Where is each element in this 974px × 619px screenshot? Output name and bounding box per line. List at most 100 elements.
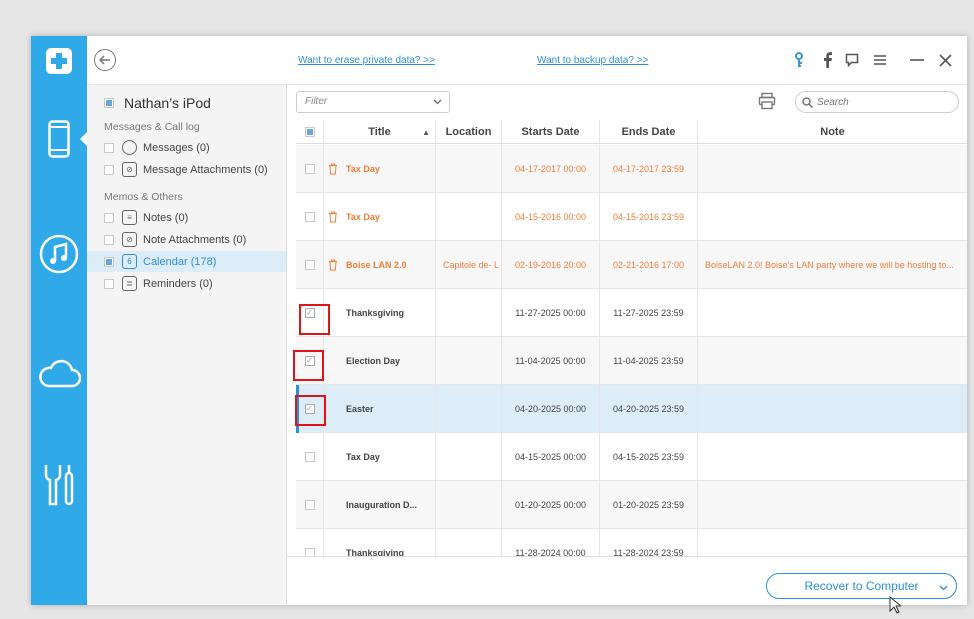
table-row[interactable]: Tax Day 04-15-2025 00:00 04-15-2025 23:5… (296, 433, 967, 481)
toolkit-icon[interactable] (31, 456, 87, 512)
column-header-location[interactable]: Location (436, 120, 502, 144)
cell-start-date: 04-15-2016 00:00 (502, 193, 600, 241)
print-icon[interactable] (758, 92, 776, 110)
sidebar-item-notes[interactable]: ≡ Notes (0) (87, 207, 286, 228)
cell-title: Tax Day (324, 145, 436, 193)
sidebar-item-message-attachments[interactable]: ⊘ Message Attachments (0) (87, 159, 286, 180)
cell-end-date: 04-17-2017 23:59 (600, 145, 698, 193)
sidebar-item-reminders[interactable]: ≣ Reminders (0) (87, 273, 286, 294)
checkbox[interactable] (104, 234, 114, 245)
recover-to-computer-button[interactable]: Recover to Computer (766, 573, 957, 599)
mouse-cursor-icon (889, 596, 901, 614)
group-label-messages: Messages & Call log (104, 121, 200, 133)
column-header-starts-date[interactable]: Starts Date (502, 120, 600, 144)
close-icon[interactable] (935, 50, 955, 70)
row-checkbox[interactable] (304, 164, 315, 174)
cell-title: Inauguration D... (324, 481, 436, 529)
row-check-cell[interactable] (296, 529, 324, 556)
row-checkbox[interactable] (304, 548, 315, 556)
itunes-icon[interactable] (31, 226, 87, 282)
select-all-cell[interactable] (296, 120, 324, 144)
cell-title: Easter (324, 385, 436, 433)
cell-end-date: 04-20-2025 23:59 (600, 385, 698, 433)
column-header-note[interactable]: Note (698, 120, 967, 144)
back-button[interactable] (94, 49, 116, 71)
row-check-cell[interactable] (296, 481, 324, 529)
sidebar-item-calendar[interactable]: 6 Calendar (178) (87, 251, 286, 272)
device-checkbox[interactable] (104, 98, 114, 108)
cell-start-date: 04-15-2025 00:00 (502, 433, 600, 481)
calendar-icon: 6 (122, 254, 137, 269)
device-icon[interactable] (31, 111, 87, 167)
bottom-bar: Recover to Computer (287, 556, 967, 605)
row-check-cell[interactable] (296, 193, 324, 241)
table-row[interactable]: Thanksgiving 11-27-2025 00:00 11-27-2025… (296, 289, 967, 337)
table-row[interactable]: Tax Day 04-15-2016 00:00 04-15-2016 23:5… (296, 193, 967, 241)
filter-dropdown[interactable]: Filter (296, 91, 450, 113)
checkbox[interactable] (104, 256, 114, 267)
row-check-cell[interactable] (296, 241, 324, 289)
highlight-box (295, 395, 326, 426)
cell-location (436, 145, 502, 193)
column-header-title[interactable]: Title ▲ (324, 120, 436, 144)
cell-end-date: 01-20-2025 23:59 (600, 481, 698, 529)
checkbox[interactable] (104, 278, 114, 289)
row-checkbox[interactable] (304, 500, 315, 510)
cell-end-date: 02-21-2016 17:00 (600, 241, 698, 289)
cell-title: Tax Day (324, 193, 436, 241)
row-checkbox[interactable] (304, 260, 315, 270)
feedback-icon[interactable] (842, 50, 862, 70)
table-row[interactable]: Thanksgiving 11-28-2024 00:00 11-28-2024… (296, 529, 967, 556)
cell-note (698, 289, 967, 337)
table-row[interactable]: Inauguration D... 01-20-2025 00:00 01-20… (296, 481, 967, 529)
erase-private-data-link[interactable]: Want to erase private data? >> (298, 55, 435, 66)
table-row[interactable]: Tax Day 04-17-2017 00:00 04-17-2017 23:5… (296, 145, 967, 193)
notes-icon: ≡ (122, 210, 137, 225)
table-row[interactable]: Election Day 11-04-2025 00:00 11-04-2025… (296, 337, 967, 385)
reminders-icon: ≣ (122, 276, 137, 291)
row-checkbox[interactable] (304, 452, 315, 462)
cell-title: Tax Day (324, 433, 436, 481)
cell-title: Boise LAN 2.0 (324, 241, 436, 289)
row-check-cell[interactable] (296, 433, 324, 481)
paperclip-icon: ⊘ (122, 162, 137, 177)
group-label-memos: Memos & Others (104, 191, 183, 203)
checkbox[interactable] (104, 142, 114, 153)
menu-icon[interactable] (870, 50, 890, 70)
key-icon[interactable] (789, 50, 809, 70)
cell-location (436, 529, 502, 556)
table-row[interactable]: Boise LAN 2.0 Capitole de- L 02-19-2016 … (296, 241, 967, 289)
cell-end-date: 04-15-2016 23:59 (600, 193, 698, 241)
table-header: Title ▲ Location Starts Date Ends Date No… (296, 120, 967, 144)
row-check-cell[interactable] (296, 145, 324, 193)
checkbox[interactable] (104, 164, 114, 175)
minimize-icon[interactable] (907, 50, 927, 70)
app-logo-icon (31, 36, 87, 85)
table-row-selected[interactable]: Easter 04-20-2025 00:00 04-20-2025 23:59 (296, 385, 967, 433)
search-box[interactable] (795, 91, 959, 113)
row-checkbox[interactable] (304, 212, 315, 222)
cell-location (436, 289, 502, 337)
chevron-down-icon[interactable] (939, 580, 948, 594)
cell-start-date: 11-04-2025 00:00 (502, 337, 600, 385)
sort-asc-icon: ▲ (422, 127, 430, 137)
app-window: Want to erase private data? >> Want to b… (31, 36, 967, 605)
icloud-icon[interactable] (31, 346, 87, 402)
backup-data-link[interactable]: Want to backup data? >> (537, 55, 648, 66)
search-input[interactable] (817, 96, 947, 108)
category-sidebar: Nathan’s iPod Messages & Call log Messag… (87, 85, 287, 605)
sidebar-item-note-attachments[interactable]: ⊘ Note Attachments (0) (87, 229, 286, 250)
cell-location: Capitole de- L (436, 241, 502, 289)
column-header-ends-date[interactable]: Ends Date (600, 120, 698, 144)
paperclip-icon: ⊘ (122, 232, 137, 247)
select-all-checkbox[interactable] (304, 127, 315, 137)
checkbox[interactable] (104, 212, 114, 223)
cell-end-date: 04-15-2025 23:59 (600, 433, 698, 481)
device-row[interactable]: Nathan’s iPod (104, 95, 211, 111)
left-rail (31, 36, 87, 605)
facebook-icon[interactable] (817, 50, 837, 70)
top-bar: Want to erase private data? >> Want to b… (87, 36, 967, 85)
cell-title: Thanksgiving (324, 529, 436, 556)
cell-start-date: 04-17-2017 00:00 (502, 145, 600, 193)
sidebar-item-messages[interactable]: Messages (0) (87, 137, 286, 158)
